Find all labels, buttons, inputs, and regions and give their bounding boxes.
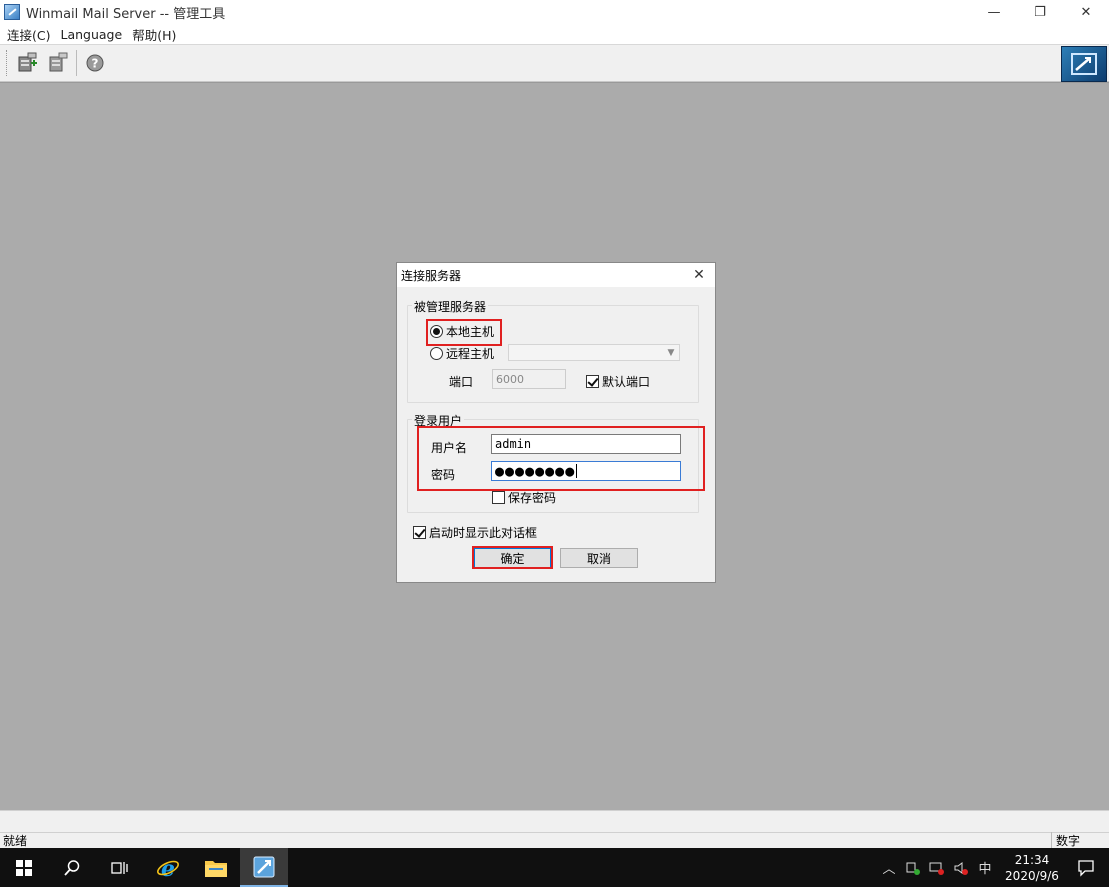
system-clock[interactable]: 21:34 2020/9/6: [1001, 852, 1063, 884]
status-text: 就绪: [3, 834, 28, 848]
notification-icon: [1078, 859, 1094, 877]
connect-server-dialog: 连接服务器 ✕ 被管理服务器 本地主机 远程主机 ▼ 端口 6000 默认端口 …: [396, 262, 716, 583]
ok-button[interactable]: 确定: [474, 548, 551, 568]
save-password-checkbox[interactable]: 保存密码: [492, 489, 556, 506]
show-hidden-icons-chevron-up-icon[interactable]: ︿: [877, 848, 901, 887]
start-button[interactable]: [0, 848, 48, 887]
menu-bar: 连接(C) Language 帮助(H): [0, 24, 1109, 44]
minimize-button[interactable]: —: [971, 0, 1017, 24]
username-label: 用户名: [431, 441, 468, 455]
disconnect-icon: [49, 52, 68, 72]
connect-button[interactable]: [13, 48, 43, 78]
ie-taskbar-button[interactable]: e: [144, 848, 192, 887]
system-tray: ︿ 中 21:34 2020/9/6: [877, 848, 1109, 887]
help-icon: ?: [86, 54, 104, 72]
checkbox-checked: [586, 375, 599, 388]
port-input[interactable]: 6000: [492, 369, 566, 389]
windows-icon: [16, 859, 32, 876]
default-port-checkbox[interactable]: 默认端口: [586, 373, 650, 390]
winmail-icon: [253, 856, 275, 877]
default-port-label: 默认端口: [602, 375, 651, 389]
window-title: Winmail Mail Server -- 管理工具: [26, 6, 226, 22]
username-input[interactable]: admin: [491, 434, 681, 454]
remote-host-select[interactable]: ▼: [508, 344, 680, 361]
show-on-startup-checkbox[interactable]: 启动时显示此对话框: [413, 524, 537, 541]
text-caret: [576, 464, 578, 478]
toolbar-separator: [76, 50, 77, 76]
clock-date: 2020/9/6: [1005, 868, 1059, 883]
dialog-title-bar: 连接服务器 ✕: [397, 263, 715, 287]
action-center-button[interactable]: [1063, 848, 1109, 887]
search-icon: [64, 859, 80, 876]
window-controls: — ❐ ✕: [971, 0, 1109, 24]
password-value: ●●●●●●●●: [495, 462, 576, 480]
numlock-indicator: 数字: [1051, 832, 1109, 849]
network-status-icon[interactable]: [901, 848, 925, 887]
local-host-label: 本地主机: [446, 325, 495, 339]
internet-explorer-icon: e: [157, 856, 179, 880]
task-view-button[interactable]: [96, 848, 144, 887]
dialog-close-button[interactable]: ✕: [689, 265, 709, 285]
task-view-icon: [111, 861, 128, 874]
svg-text:?: ?: [92, 57, 99, 71]
password-input[interactable]: ●●●●●●●●: [491, 461, 681, 481]
password-label: 密码: [431, 468, 456, 482]
app-icon: [4, 4, 20, 20]
status-separator: [0, 810, 1109, 832]
title-bar: Winmail Mail Server -- 管理工具 — ❐ ✕: [0, 0, 1109, 24]
restore-button[interactable]: ❐: [1017, 0, 1063, 24]
show-on-startup-label: 启动时显示此对话框: [429, 526, 538, 540]
cancel-button[interactable]: 取消: [560, 548, 638, 568]
radio-dot-selected: [430, 325, 443, 338]
disconnect-button[interactable]: [43, 48, 73, 78]
remote-host-radio[interactable]: 远程主机: [430, 345, 494, 362]
server-group-title: 被管理服务器: [412, 298, 489, 315]
connect-icon: [18, 52, 37, 72]
checkbox-checked: [413, 526, 426, 539]
taskbar: e ︿ 中 21:34 2020/9/6: [0, 848, 1109, 887]
clock-time: 21:34: [1014, 852, 1050, 867]
checkbox-unchecked: [492, 491, 505, 504]
toolbar: ?: [0, 44, 1109, 82]
svg-text:e: e: [161, 856, 175, 880]
ime-indicator[interactable]: 中: [973, 848, 997, 887]
help-button[interactable]: ?: [80, 48, 110, 78]
menu-language[interactable]: Language: [55, 27, 127, 42]
save-password-label: 保存密码: [508, 491, 557, 505]
menu-connect[interactable]: 连接(C): [2, 25, 55, 44]
menu-help[interactable]: 帮助(H): [127, 25, 181, 44]
remote-host-label: 远程主机: [446, 347, 495, 361]
search-button[interactable]: [48, 848, 96, 887]
toolbar-grip: [6, 50, 9, 76]
radio-dot: [430, 347, 443, 360]
port-label: 端口: [449, 375, 474, 389]
file-explorer-button[interactable]: [192, 848, 240, 887]
folder-icon: [205, 860, 227, 877]
local-host-radio[interactable]: 本地主机: [430, 323, 494, 340]
dialog-title: 连接服务器: [401, 268, 462, 283]
status-bar: 就绪 数字: [0, 832, 1109, 849]
login-group-title: 登录用户: [412, 412, 465, 429]
winmail-taskbar-button[interactable]: [240, 848, 288, 887]
brand-logo-icon: [1061, 46, 1107, 82]
chevron-down-icon: ▼: [667, 347, 675, 358]
network-error-icon[interactable]: [925, 848, 949, 887]
volume-muted-icon[interactable]: [949, 848, 973, 887]
close-button[interactable]: ✕: [1063, 0, 1109, 24]
